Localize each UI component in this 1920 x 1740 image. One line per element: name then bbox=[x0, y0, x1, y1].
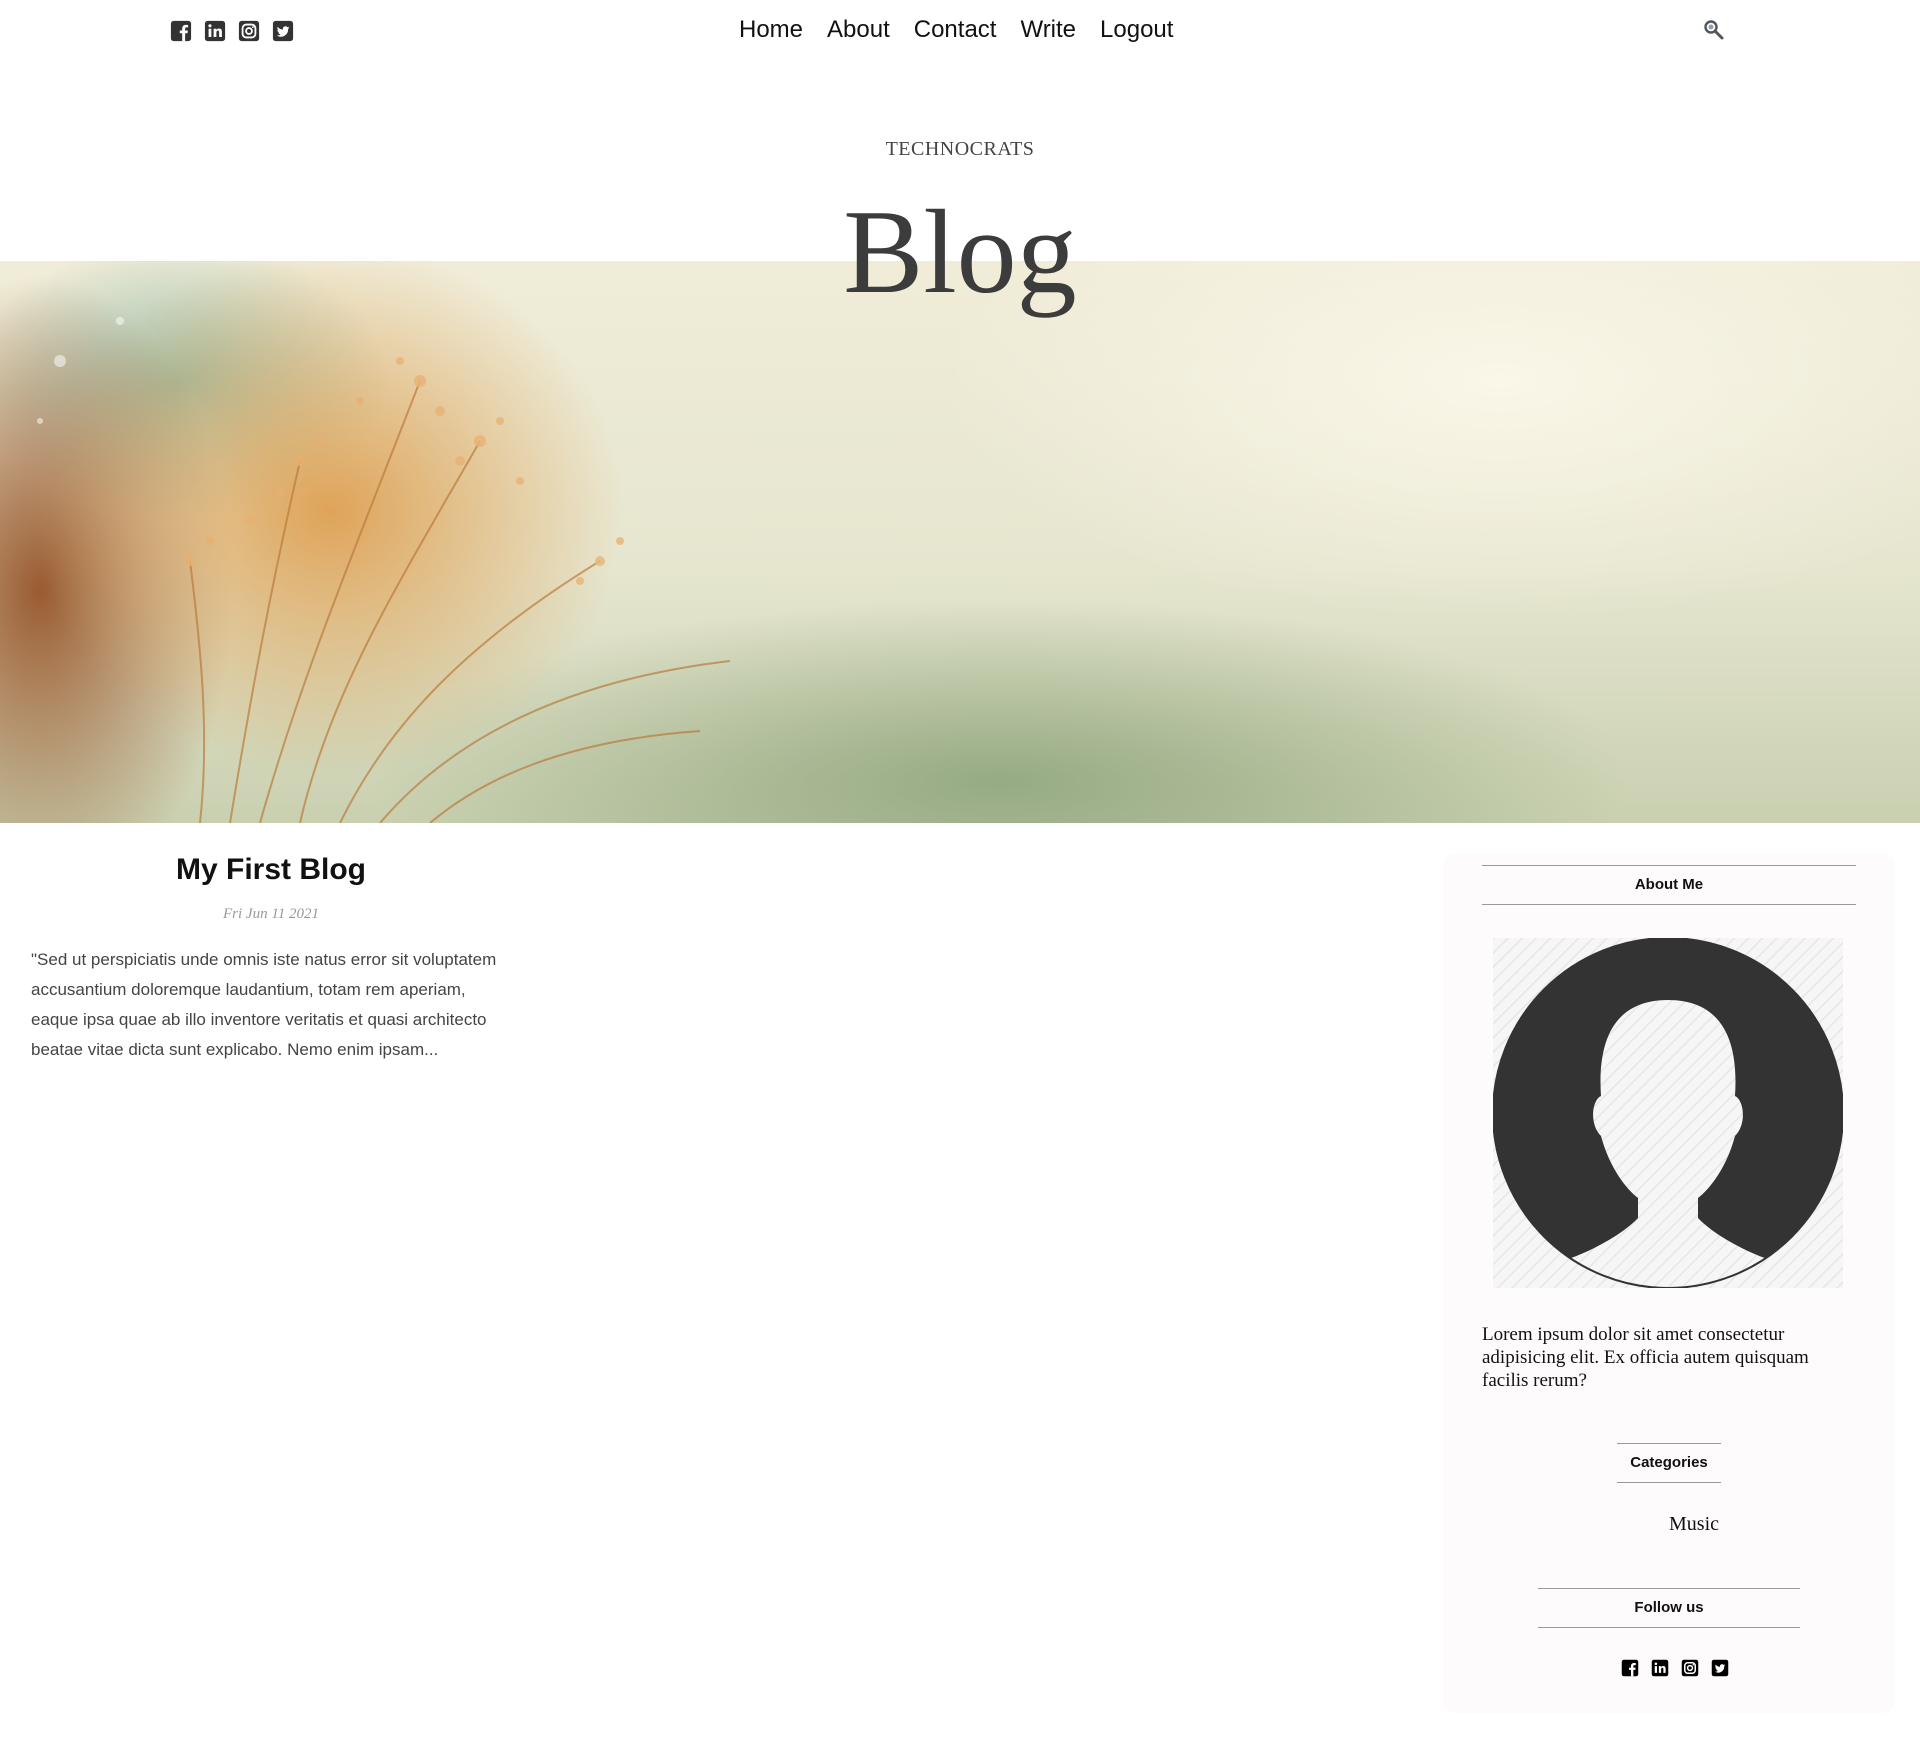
instagram-icon[interactable] bbox=[1681, 1659, 1699, 1677]
follow-us-heading: Follow us bbox=[1538, 1588, 1800, 1628]
nav-contact[interactable]: Contact bbox=[914, 14, 997, 46]
instagram-icon[interactable] bbox=[238, 20, 260, 42]
about-me-heading: About Me bbox=[1482, 865, 1856, 905]
twitter-icon[interactable] bbox=[272, 20, 294, 42]
category-item-music[interactable]: Music bbox=[1443, 1513, 1895, 1536]
post-title[interactable]: My First Blog bbox=[31, 852, 511, 888]
dry-grass-illustration bbox=[37, 317, 731, 823]
post-card: My First Blog Fri Jun 11 2021 "Sed ut pe… bbox=[31, 852, 511, 1065]
main-nav: Home About Contact Write Logout bbox=[739, 14, 1173, 46]
social-links-sidebar bbox=[1621, 1659, 1729, 1677]
nav-home[interactable]: Home bbox=[739, 14, 803, 46]
nav-write[interactable]: Write bbox=[1020, 14, 1076, 46]
search-icon[interactable] bbox=[1702, 18, 1726, 42]
page-title: Blog bbox=[843, 185, 1077, 318]
nav-about[interactable]: About bbox=[827, 14, 890, 46]
nav-logout[interactable]: Logout bbox=[1100, 14, 1173, 46]
social-links-top bbox=[170, 20, 294, 42]
header-image bbox=[0, 261, 1920, 823]
avatar bbox=[1493, 938, 1843, 1288]
facebook-icon[interactable] bbox=[170, 20, 192, 42]
linkedin-icon[interactable] bbox=[1651, 1659, 1669, 1677]
about-me-text: Lorem ipsum dolor sit amet consectetur a… bbox=[1482, 1324, 1809, 1391]
linkedin-icon[interactable] bbox=[204, 20, 226, 42]
sidebar: About Me Lorem ipsum dolor sit amet cons… bbox=[1443, 853, 1895, 1713]
site-subtitle: TECHNOCRATS bbox=[885, 138, 1035, 160]
facebook-icon[interactable] bbox=[1621, 1659, 1639, 1677]
post-excerpt: "Sed ut perspiciatis unde omnis iste nat… bbox=[31, 950, 497, 1059]
twitter-icon[interactable] bbox=[1711, 1659, 1729, 1677]
post-date: Fri Jun 11 2021 bbox=[223, 906, 319, 922]
categories-heading: Categories bbox=[1617, 1443, 1721, 1483]
top-bar: Home About Contact Write Logout bbox=[0, 0, 1920, 62]
